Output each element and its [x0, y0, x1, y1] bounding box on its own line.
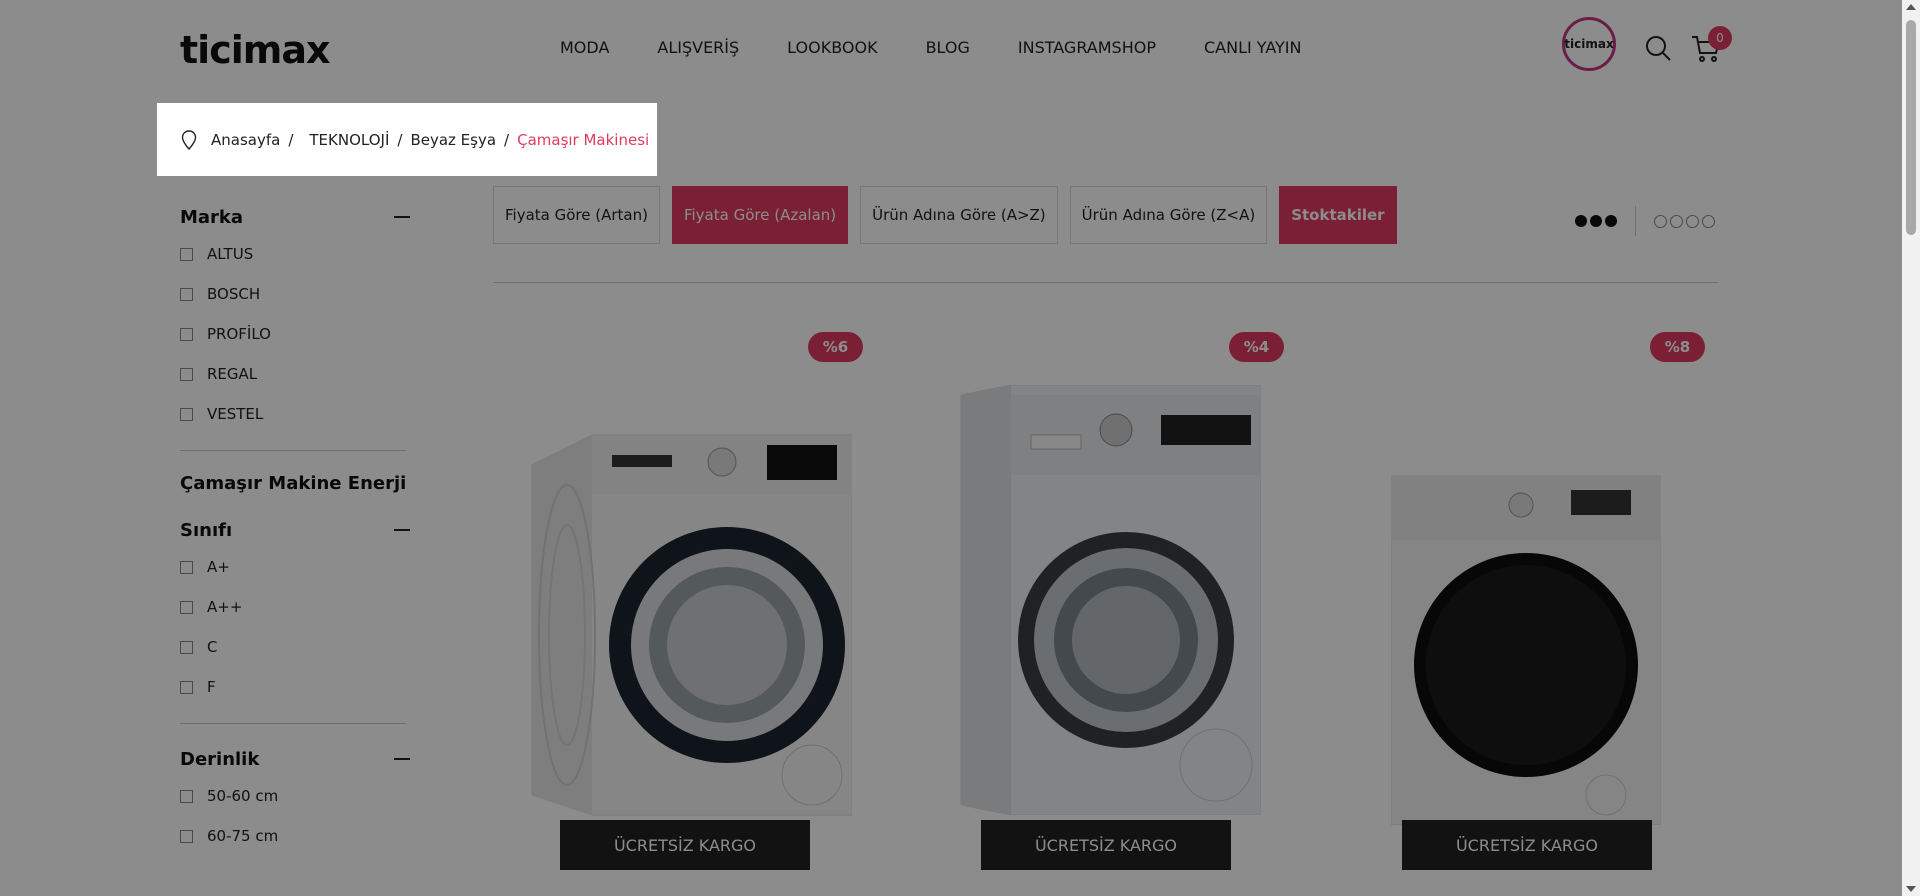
in-stock-button[interactable]: Stoktakiler [1279, 186, 1397, 244]
filter-option[interactable]: ALTUS [180, 234, 410, 274]
filter-option[interactable]: REGAL [180, 354, 410, 394]
discount-badge: %6 [808, 332, 863, 362]
checkbox[interactable] [180, 367, 193, 381]
checkbox[interactable] [180, 600, 193, 614]
filter-option[interactable]: F [180, 667, 410, 707]
product-image[interactable] [1391, 475, 1661, 825]
product-card[interactable]: %6 ÜCRETSİZ KARGO [500, 320, 920, 880]
checkbox[interactable] [180, 407, 193, 421]
checkbox[interactable] [180, 680, 193, 694]
breadcrumb-separator: / [504, 130, 510, 149]
checkbox[interactable] [180, 829, 193, 843]
checkbox[interactable] [180, 287, 193, 301]
filter-option[interactable]: PROFİLO [180, 314, 410, 354]
filter-option-label: VESTEL [207, 405, 264, 423]
vertical-scrollbar[interactable] [1902, 0, 1920, 896]
checkbox[interactable] [180, 247, 193, 261]
filter-option-label: BOSCH [207, 285, 261, 303]
free-shipping-label: ÜCRETSİZ KARGO [1402, 820, 1652, 870]
grid-3-columns-icon[interactable] [1575, 215, 1617, 227]
sort-price-desc-button[interactable]: Fiyata Göre (Azalan) [671, 186, 849, 244]
main-nav: MODA ALIŞVERİŞ LOOKBOOK BLOG INSTAGRAMSH… [560, 38, 1349, 57]
filter-option-label: A++ [207, 598, 243, 616]
scroll-down-arrow-icon[interactable] [1906, 886, 1916, 892]
logo[interactable]: ticimax [180, 28, 330, 72]
filter-option[interactable]: BOSCH [180, 274, 410, 314]
filter-option-label: C [207, 638, 218, 656]
free-shipping-label: ÜCRETSİZ KARGO [560, 820, 810, 870]
checkbox[interactable] [180, 560, 193, 574]
checkbox[interactable] [180, 640, 193, 654]
filter-marka-title: Marka [180, 206, 244, 228]
instagram-story-badge[interactable]: ticimax [1562, 17, 1616, 71]
product-image[interactable] [522, 420, 852, 820]
sort-name-az-button[interactable]: Ürün Adına Göre (A>Z) [860, 186, 1058, 244]
filter-option-label: PROFİLO [207, 325, 271, 343]
filter-option[interactable]: VESTEL [180, 394, 410, 434]
minus-icon[interactable] [394, 216, 410, 218]
filter-option-label: REGAL [207, 365, 258, 383]
breadcrumb-beyaz-esya[interactable]: Beyaz Eşya [410, 131, 496, 149]
nav-blog[interactable]: BLOG [926, 38, 970, 57]
filter-marka-header[interactable]: Marka [180, 200, 410, 234]
sort-price-asc-button[interactable]: Fiyata Göre (Artan) [493, 186, 660, 244]
breadcrumb-teknoloji[interactable]: TEKNOLOJİ [309, 131, 389, 149]
nav-instagramshop[interactable]: INSTAGRAMSHOP [1018, 38, 1156, 57]
breadcrumb-current[interactable]: Çamaşır Makinesi [517, 131, 649, 149]
nav-moda[interactable]: MODA [560, 38, 609, 57]
sort-bar: Fiyata Göre (Artan) Fiyata Göre (Azalan)… [493, 186, 1397, 244]
divider [180, 723, 406, 724]
page: ticimax MODA ALIŞVERİŞ LOOKBOOK BLOG INS… [0, 0, 1920, 896]
filter-option[interactable]: C [180, 627, 410, 667]
scroll-thumb[interactable] [1906, 20, 1916, 235]
scroll-up-arrow-icon[interactable] [1906, 4, 1916, 10]
filter-option-label: F [207, 678, 216, 696]
divider [180, 450, 406, 451]
free-shipping-label: ÜCRETSİZ KARGO [981, 820, 1231, 870]
insta-badge-text: ticimax [1564, 37, 1614, 51]
breadcrumb-home[interactable]: Anasayfa [211, 131, 280, 149]
product-card[interactable]: %4 ÜCRETSİZ KARGO [921, 320, 1341, 880]
filter-option[interactable]: 50-60 cm [180, 776, 410, 816]
filter-derinlik-header[interactable]: Derinlik [180, 742, 410, 776]
checkbox[interactable] [180, 327, 193, 341]
logo-text: ticimax [180, 28, 330, 72]
filter-energy-title-line2: Sınıfı [180, 519, 233, 541]
discount-badge: %8 [1650, 332, 1705, 362]
filter-energy-header[interactable]: Sınıfı [180, 513, 410, 547]
breadcrumb-separator: / [397, 130, 403, 149]
cart-count-badge: 0 [1708, 26, 1732, 50]
product-image[interactable] [951, 385, 1261, 815]
search-icon[interactable] [1644, 34, 1672, 62]
filter-derinlik-title: Derinlik [180, 748, 260, 770]
filter-option[interactable]: 60-75 cm [180, 816, 410, 856]
filter-option[interactable]: A+ [180, 547, 410, 587]
minus-icon[interactable] [394, 529, 410, 531]
grid-view-toggle [1575, 206, 1715, 236]
filter-option-label: 60-75 cm [207, 827, 279, 845]
divider [1635, 206, 1636, 236]
filter-option-label: ALTUS [207, 245, 254, 263]
minus-icon[interactable] [394, 758, 410, 760]
nav-canli-yayin[interactable]: CANLI YAYIN [1204, 38, 1302, 57]
nav-lookbook[interactable]: LOOKBOOK [787, 38, 877, 57]
filter-option-label: 50-60 cm [207, 787, 279, 805]
divider [493, 282, 1718, 283]
grid-4-columns-icon[interactable] [1654, 214, 1715, 228]
breadcrumb: Anasayfa / TEKNOLOJİ / Beyaz Eşya / Çama… [157, 103, 657, 176]
filter-sidebar: Marka ALTUS BOSCH PROFİLO REGAL VESTEL Ç… [180, 200, 410, 856]
filter-energy-title-line1: Çamaşır Makine Enerji [180, 473, 407, 494]
filter-option-label: A+ [207, 558, 230, 576]
nav-alisveris[interactable]: ALIŞVERİŞ [657, 38, 739, 57]
product-card[interactable]: %8 ÜCRETSİZ KARGO [1342, 320, 1762, 880]
discount-badge: %4 [1229, 332, 1284, 362]
sort-name-za-button[interactable]: Ürün Adına Göre (Z<A) [1069, 186, 1268, 244]
breadcrumb-separator: / [288, 130, 294, 149]
checkbox[interactable] [180, 789, 193, 803]
location-pin-icon [181, 129, 197, 150]
filter-option[interactable]: A++ [180, 587, 410, 627]
